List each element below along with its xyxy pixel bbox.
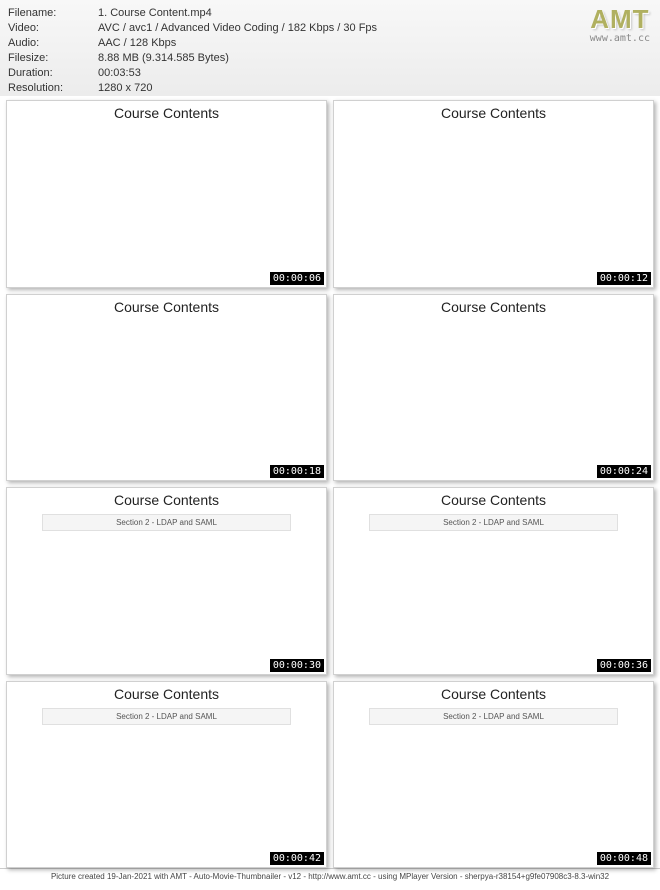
thumbnail-timestamp: 00:00:30 — [270, 659, 324, 672]
meta-label: Resolution: — [8, 81, 98, 95]
thumbnail-timestamp: 00:00:36 — [597, 659, 651, 672]
thumbnail: Course Contents 00:00:18 — [6, 294, 327, 482]
thumbnail: Course Contents Section 2 - LDAP and SAM… — [333, 681, 654, 869]
thumbnail-title: Course Contents — [114, 686, 219, 702]
thumbnail-title: Course Contents — [114, 105, 219, 121]
thumbnail-timestamp: 00:00:18 — [270, 465, 324, 478]
meta-row-duration: Duration: 00:03:53 — [8, 66, 652, 80]
meta-row-filename: Filename: 1. Course Content.mp4 — [8, 6, 652, 20]
thumbnail-title: Course Contents — [441, 492, 546, 508]
metadata-header: Filename: 1. Course Content.mp4 Video: A… — [0, 0, 660, 96]
meta-label: Filesize: — [8, 51, 98, 65]
meta-row-filesize: Filesize: 8.88 MB (9.314.585 Bytes) — [8, 51, 652, 65]
thumbnail-title: Course Contents — [114, 299, 219, 315]
thumbnail-timestamp: 00:00:42 — [270, 852, 324, 865]
meta-row-audio: Audio: AAC / 128 Kbps — [8, 36, 652, 50]
thumbnail-section: Section 2 - LDAP and SAML — [369, 708, 618, 725]
thumbnail-section: Section 2 - LDAP and SAML — [42, 708, 291, 725]
meta-label: Duration: — [8, 66, 98, 80]
meta-value: AVC / avc1 / Advanced Video Coding / 182… — [98, 21, 652, 35]
thumbnail-timestamp: 00:00:48 — [597, 852, 651, 865]
meta-value: AAC / 128 Kbps — [98, 36, 652, 50]
thumbnail: Course Contents Section 2 - LDAP and SAM… — [6, 487, 327, 675]
footer-credits: Picture created 19-Jan-2021 with AMT - A… — [0, 868, 660, 886]
thumbnail: Course Contents 00:00:06 — [6, 100, 327, 288]
thumbnail-section: Section 2 - LDAP and SAML — [42, 514, 291, 531]
meta-value: 1. Course Content.mp4 — [98, 6, 652, 20]
meta-label: Filename: — [8, 6, 98, 20]
thumbnail-timestamp: 00:00:12 — [597, 272, 651, 285]
meta-value: 8.88 MB (9.314.585 Bytes) — [98, 51, 652, 65]
thumbnail-section: Section 2 - LDAP and SAML — [369, 514, 618, 531]
thumbnail-title: Course Contents — [114, 492, 219, 508]
amt-logo: AMT www.amt.cc — [590, 4, 650, 44]
thumbnail: Course Contents Section 2 - LDAP and SAM… — [6, 681, 327, 869]
thumbnail: Course Contents Section 2 - LDAP and SAM… — [333, 487, 654, 675]
thumbnail-timestamp: 00:00:06 — [270, 272, 324, 285]
thumbnail-timestamp: 00:00:24 — [597, 465, 651, 478]
meta-row-resolution: Resolution: 1280 x 720 — [8, 81, 652, 95]
thumbnail: Course Contents 00:00:12 — [333, 100, 654, 288]
thumbnail-grid: Course Contents 00:00:06 Course Contents… — [0, 96, 660, 868]
meta-value: 1280 x 720 — [98, 81, 652, 95]
thumbnail-title: Course Contents — [441, 105, 546, 121]
meta-label: Audio: — [8, 36, 98, 50]
thumbnail: Course Contents 00:00:24 — [333, 294, 654, 482]
meta-row-video: Video: AVC / avc1 / Advanced Video Codin… — [8, 21, 652, 35]
logo-url: www.amt.cc — [590, 33, 650, 44]
meta-label: Video: — [8, 21, 98, 35]
thumbnail-title: Course Contents — [441, 299, 546, 315]
logo-text: AMT — [590, 4, 650, 35]
meta-value: 00:03:53 — [98, 66, 652, 80]
thumbnail-title: Course Contents — [441, 686, 546, 702]
